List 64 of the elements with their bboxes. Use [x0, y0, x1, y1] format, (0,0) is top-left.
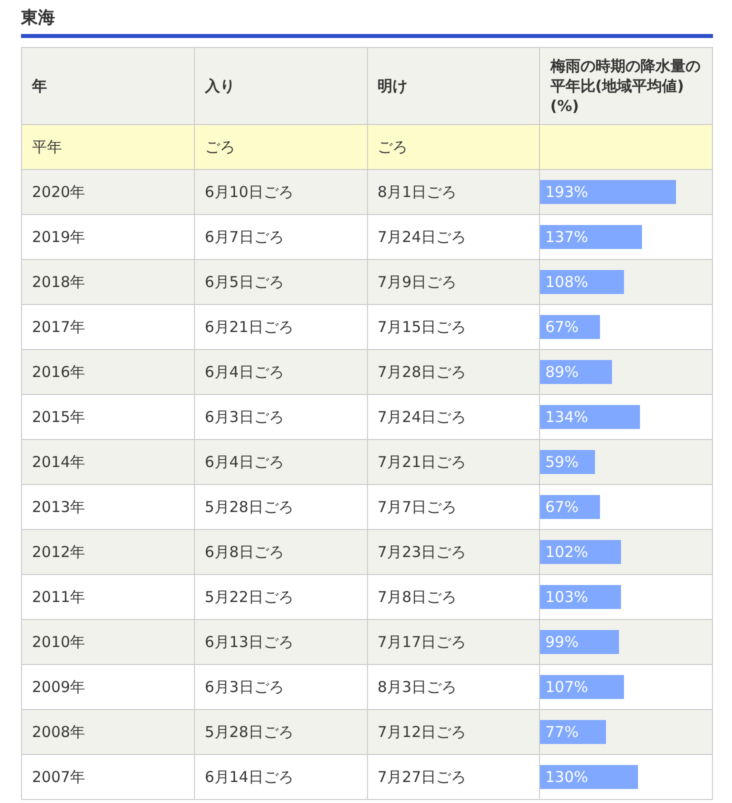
ratio-bar: 107% [540, 675, 624, 699]
table-cell: 平年 [32, 138, 62, 156]
table-cell: 2009年 [32, 678, 86, 696]
table-cell: 2010年 [32, 632, 86, 650]
ratio-bar: 103% [540, 585, 621, 609]
table-cell: 2016年 [32, 362, 86, 380]
table-cell: 6月8日ごろ [204, 542, 284, 560]
table-cell: ごろ [204, 138, 235, 156]
table-cell: 7月15日ごろ [378, 318, 466, 336]
ratio-bar: 99% [540, 630, 620, 654]
table-cell: 7月23日ごろ [378, 542, 466, 560]
table-cell: 7月24日ごろ [378, 228, 466, 246]
table-cell: 6月21日ごろ [204, 318, 294, 336]
table-cell: 6月3日ごろ [204, 678, 284, 696]
table-cell: 2020年 [32, 182, 86, 200]
table-cell: 7月8日ごろ [378, 588, 457, 606]
table-cell: 5月28日ごろ [204, 722, 294, 740]
table-cell: 6月3日ごろ [204, 408, 284, 426]
table-cell: 6月4日ごろ [204, 362, 284, 380]
table-cell: 7月17日ごろ [378, 632, 466, 650]
ratio-bar: 108% [540, 270, 624, 294]
ratio-bar: 67% [540, 495, 600, 519]
table-cell: 7月12日ごろ [378, 722, 466, 740]
table-cell: 7月9日ごろ [378, 272, 457, 290]
ratio-bar: 59% [540, 450, 596, 474]
table-cell: 2013年 [32, 498, 86, 516]
table-cell: 5月28日ごろ [204, 498, 294, 516]
table-cell: 6月14日ごろ [204, 768, 294, 786]
table-cell: 5月22日ごろ [204, 588, 294, 606]
table-cell: 6月7日ごろ [204, 228, 284, 246]
table-cell: 2014年 [32, 452, 86, 470]
table-cell: ごろ [378, 138, 408, 156]
ratio-bar: 102% [540, 540, 621, 564]
table-cell: 7月24日ごろ [378, 408, 466, 426]
table-cell: 6月10日ごろ [204, 182, 294, 200]
column-header: 明け [378, 76, 408, 96]
table-cell: 2011年 [32, 588, 86, 606]
table-cell: 2008年 [32, 722, 86, 740]
table-cell: 7月7日ごろ [378, 498, 457, 516]
ratio-bar: 137% [540, 225, 642, 249]
table-cell: 6月13日ごろ [204, 632, 294, 650]
ratio-bar: 130% [540, 765, 638, 789]
table-cell: 2007年 [32, 768, 86, 786]
table-cell: 2012年 [32, 542, 86, 560]
table-cell: 8月1日ごろ [378, 182, 457, 200]
table-cell: 2018年 [32, 272, 86, 290]
table-cell: 2017年 [32, 318, 86, 336]
table-cell: 7月28日ごろ [378, 362, 466, 380]
table-cell: 8月3日ごろ [378, 678, 457, 696]
table-cell: 7月27日ごろ [378, 768, 466, 786]
column-header: 梅雨の時期の降水量の平年比(地域平均値)(%) [550, 56, 702, 116]
ratio-bar: 134% [540, 405, 640, 429]
column-header: 入り [204, 76, 235, 96]
column-header: 年 [32, 76, 47, 96]
table-cell: 7月21日ごろ [378, 452, 466, 470]
table-cell: 6月4日ごろ [204, 452, 284, 470]
table-cell: 2015年 [32, 408, 86, 426]
section-heading: 東海 [21, 7, 55, 30]
ratio-bar: 89% [540, 360, 612, 384]
table-cell: 6月5日ごろ [204, 272, 284, 290]
table-cell: 2019年 [32, 228, 86, 246]
ratio-bar: 77% [540, 720, 606, 744]
ratio-bar: 67% [540, 315, 600, 339]
ratio-bar: 193% [540, 180, 676, 204]
